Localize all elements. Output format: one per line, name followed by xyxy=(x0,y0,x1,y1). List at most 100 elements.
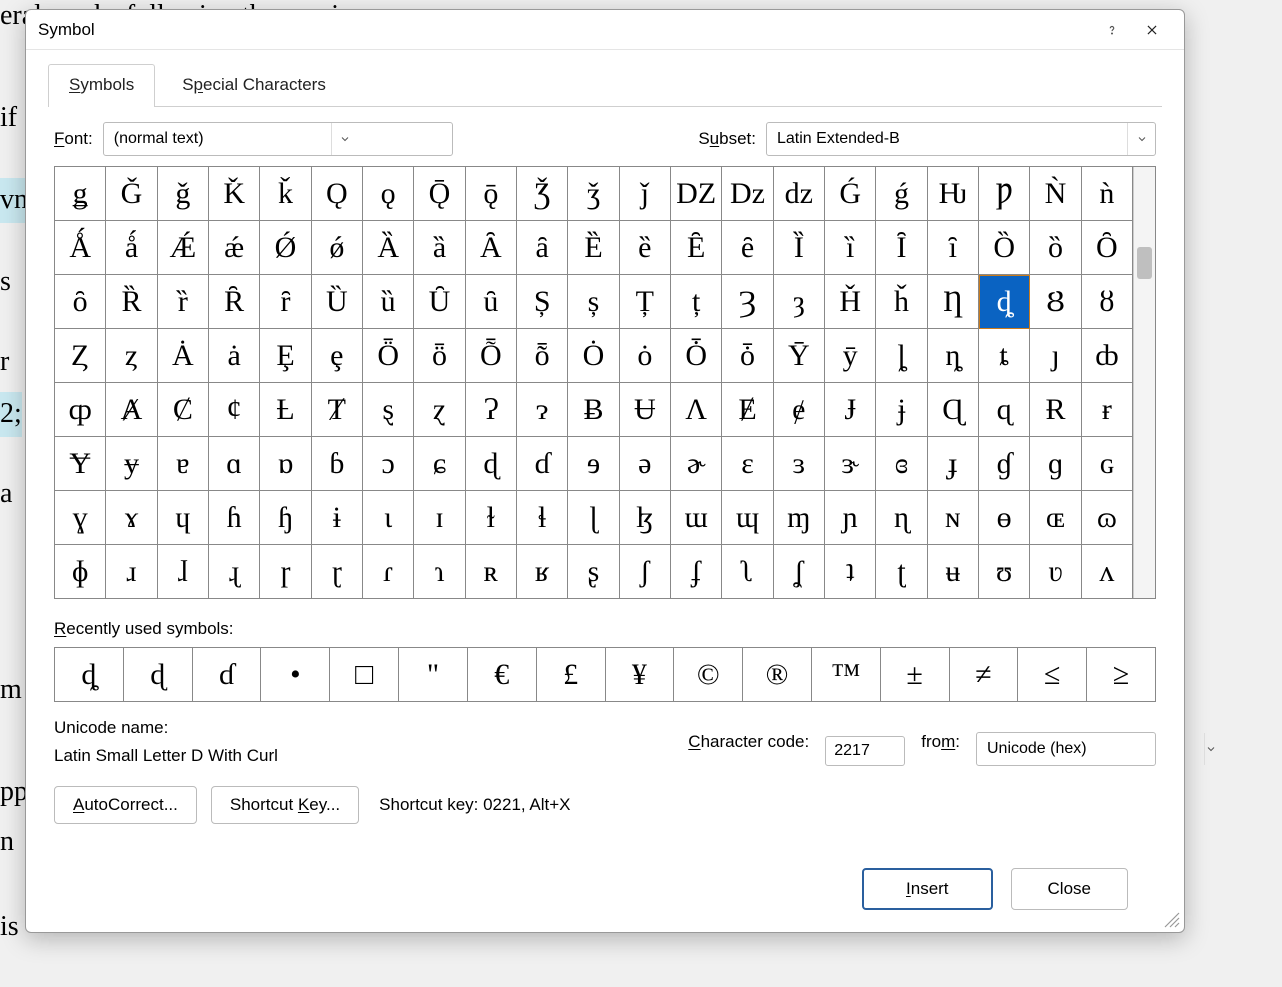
close-icon[interactable] xyxy=(1132,14,1172,46)
help-button[interactable] xyxy=(1092,14,1132,46)
recent-symbol-cell[interactable]: ™ xyxy=(812,648,881,702)
symbol-cell[interactable]: ɪ xyxy=(414,491,465,545)
symbol-cell[interactable]: ȃ xyxy=(517,221,568,275)
tab-symbols[interactable]: Symbols xyxy=(48,64,155,107)
symbol-cell[interactable]: ʂ xyxy=(568,545,619,599)
symbol-cell[interactable]: ǩ xyxy=(260,167,311,221)
symbol-cell[interactable]: Ȗ xyxy=(414,275,465,329)
symbol-cell[interactable]: Ƞ xyxy=(928,275,979,329)
symbol-cell[interactable]: ȕ xyxy=(363,275,414,329)
symbol-cell[interactable]: Ɉ xyxy=(825,383,876,437)
symbol-cell[interactable]: ɡ xyxy=(1030,437,1081,491)
symbol-cell[interactable]: ȡ xyxy=(979,275,1030,329)
symbol-cell[interactable]: ȣ xyxy=(1082,275,1133,329)
symbol-cell[interactable]: ǿ xyxy=(312,221,363,275)
symbol-cell[interactable]: ɐ xyxy=(158,437,209,491)
autocorrect-button[interactable]: AutoCorrect... xyxy=(54,786,197,824)
symbol-cell[interactable]: Ʌ xyxy=(671,383,722,437)
symbol-cell[interactable]: Ǽ xyxy=(158,221,209,275)
subset-combo[interactable] xyxy=(766,122,1156,156)
symbol-cell[interactable]: ə xyxy=(620,437,671,491)
recent-symbol-cell[interactable]: " xyxy=(399,648,468,702)
symbol-cell[interactable]: ɤ xyxy=(106,491,157,545)
symbol-cell[interactable]: ɖ xyxy=(466,437,517,491)
symbol-cell[interactable]: Ǳ xyxy=(671,167,722,221)
symbol-cell[interactable]: ɘ xyxy=(568,437,619,491)
symbol-cell[interactable]: ɗ xyxy=(517,437,568,491)
symbol-cell[interactable]: Ȫ xyxy=(363,329,414,383)
symbol-cell[interactable]: ɍ xyxy=(1082,383,1133,437)
symbol-cell[interactable]: ȴ xyxy=(876,329,927,383)
symbol-cell[interactable]: Ȩ xyxy=(260,329,311,383)
symbol-cell[interactable]: ȵ xyxy=(928,329,979,383)
symbol-cell[interactable]: ȥ xyxy=(106,329,157,383)
symbol-cell[interactable]: ȉ xyxy=(825,221,876,275)
symbol-cell[interactable]: ɻ xyxy=(209,545,260,599)
symbol-cell[interactable]: ǹ xyxy=(1082,167,1133,221)
symbol-cell[interactable]: ɛ xyxy=(722,437,773,491)
symbol-cell[interactable]: ǵ xyxy=(876,167,927,221)
symbol-cell[interactable]: ɝ xyxy=(825,437,876,491)
symbol-cell[interactable]: ɼ xyxy=(260,545,311,599)
symbol-cell[interactable]: ȋ xyxy=(928,221,979,275)
symbol-cell[interactable]: Ȣ xyxy=(1030,275,1081,329)
symbol-cell[interactable]: ȩ xyxy=(312,329,363,383)
symbol-cell[interactable]: ȏ xyxy=(55,275,106,329)
symbol-cell[interactable]: ɬ xyxy=(517,491,568,545)
shortcut-key-button[interactable]: Shortcut Key... xyxy=(211,786,359,824)
symbol-cell[interactable]: Ȼ xyxy=(158,383,209,437)
symbol-cell[interactable]: ȸ xyxy=(1082,329,1133,383)
recent-symbol-cell[interactable]: ≠ xyxy=(950,648,1019,702)
chevron-down-icon[interactable] xyxy=(1127,123,1155,155)
recent-symbol-cell[interactable]: ≤ xyxy=(1018,648,1087,702)
symbol-cell[interactable]: ɺ xyxy=(158,545,209,599)
symbol-cell[interactable]: ǲ xyxy=(722,167,773,221)
symbol-cell[interactable]: Ȉ xyxy=(774,221,825,275)
symbol-cell[interactable]: Ƀ xyxy=(568,383,619,437)
symbol-cell[interactable]: ɇ xyxy=(774,383,825,437)
symbol-cell[interactable]: Ǧ xyxy=(106,167,157,221)
insert-button[interactable]: Insert xyxy=(862,868,993,910)
symbol-cell[interactable]: Ȓ xyxy=(209,275,260,329)
symbol-cell[interactable]: ǻ xyxy=(106,221,157,275)
symbol-cell[interactable]: Ȱ xyxy=(671,329,722,383)
symbol-cell[interactable]: ȶ xyxy=(979,329,1030,383)
symbol-cell[interactable]: ǰ xyxy=(620,167,671,221)
chevron-down-icon[interactable] xyxy=(1204,733,1217,765)
symbol-cell[interactable]: Ɍ xyxy=(1030,383,1081,437)
symbol-cell[interactable]: ǽ xyxy=(209,221,260,275)
symbol-cell[interactable]: ȇ xyxy=(722,221,773,275)
symbol-cell[interactable]: ȅ xyxy=(620,221,671,275)
symbol-cell[interactable]: ǫ xyxy=(363,167,414,221)
symbol-cell[interactable]: Ȁ xyxy=(363,221,414,275)
symbol-cell[interactable]: ɲ xyxy=(825,491,876,545)
recent-symbol-cell[interactable]: ® xyxy=(743,648,812,702)
from-input[interactable] xyxy=(977,733,1204,765)
character-code-input[interactable] xyxy=(825,736,905,766)
symbol-cell[interactable]: ɰ xyxy=(722,491,773,545)
symbol-cell[interactable]: ɵ xyxy=(979,491,1030,545)
symbol-cell[interactable]: ɨ xyxy=(312,491,363,545)
symbol-cell[interactable]: ɕ xyxy=(414,437,465,491)
symbol-cell[interactable]: ȍ xyxy=(1030,221,1081,275)
symbol-cell[interactable]: ʉ xyxy=(928,545,979,599)
from-combo[interactable] xyxy=(976,732,1156,766)
symbol-cell[interactable]: ȗ xyxy=(466,275,517,329)
symbol-cell[interactable]: ɿ xyxy=(414,545,465,599)
symbol-cell[interactable]: ɸ xyxy=(55,545,106,599)
symbol-cell[interactable]: Ⱦ xyxy=(312,383,363,437)
symbol-cell[interactable]: Ǭ xyxy=(414,167,465,221)
symbol-cell[interactable]: ȷ xyxy=(1030,329,1081,383)
symbol-cell[interactable]: ɠ xyxy=(979,437,1030,491)
symbol-cell[interactable]: Ț xyxy=(620,275,671,329)
symbol-cell[interactable]: Ȇ xyxy=(671,221,722,275)
symbol-cell[interactable]: ȭ xyxy=(517,329,568,383)
symbol-cell[interactable]: ǥ xyxy=(55,167,106,221)
symbol-cell[interactable]: ɒ xyxy=(260,437,311,491)
symbol-cell[interactable]: ɫ xyxy=(466,491,517,545)
symbol-cell[interactable]: ɞ xyxy=(876,437,927,491)
symbol-cell[interactable]: ʇ xyxy=(825,545,876,599)
symbol-cell[interactable]: ʅ xyxy=(722,545,773,599)
symbol-cell[interactable]: ɷ xyxy=(1082,491,1133,545)
symbol-cell[interactable]: ɑ xyxy=(209,437,260,491)
